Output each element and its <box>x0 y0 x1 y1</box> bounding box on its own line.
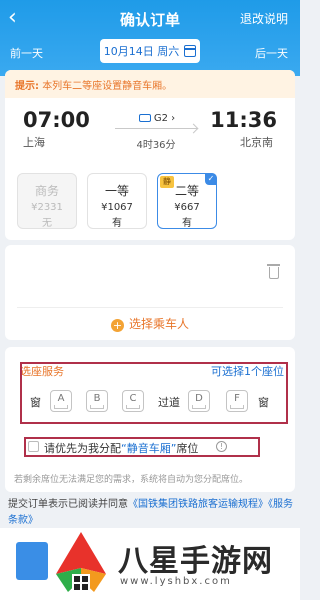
plus-icon: + <box>110 319 124 332</box>
divider <box>17 307 283 308</box>
seat-class-name: 一等 <box>104 184 129 198</box>
highlight-box-quiet-car <box>24 437 260 457</box>
seat-class-first[interactable]: 一等 ¥1067 有 <box>87 173 147 229</box>
trip-duration: 4时36分 <box>136 140 176 151</box>
trash-icon[interactable] <box>267 264 280 279</box>
tip-prefix: 提示: <box>15 81 39 92</box>
seat-class-availability: 有 <box>112 218 122 229</box>
calendar-icon <box>184 45 197 57</box>
tip-text: 本列车二等座设置静音车厢。 <box>42 81 173 92</box>
seat-class-availability: 有 <box>182 218 192 229</box>
refund-policy-link[interactable]: 退改说明 <box>240 10 288 27</box>
seat-class-price: ¥667 <box>174 202 200 213</box>
prev-day-button[interactable]: 前一天 <box>10 45 43 61</box>
depart-time: 07:00 <box>23 108 90 132</box>
seat-class-availability: 无 <box>42 218 52 229</box>
watermark-logo <box>56 532 106 592</box>
depart-station: 上海 <box>23 136 45 149</box>
action-button[interactable] <box>16 542 48 580</box>
train-info-card: 提示: 本列车二等座设置静音车厢。 07:00 11:36 上海 北京南 G2 … <box>5 70 295 240</box>
passenger-card: + 选择乘车人 <box>5 245 295 340</box>
route-arrow <box>115 128 197 129</box>
seat-class-name: 商务 <box>34 184 59 198</box>
train-number-label: G2 <box>153 113 168 124</box>
watermark-url: www.lyshbx.com <box>120 576 232 587</box>
checkmark-icon: ✓ <box>205 173 217 185</box>
terms-text: 提交订单表示已阅读并同意《国铁集团铁路旅客运输规程》《服务条款》 <box>8 497 294 529</box>
regulations-link[interactable]: 《国铁集团铁路旅客运输规程》 <box>128 499 268 510</box>
date-picker[interactable]: 10月14日 周六 <box>100 39 200 63</box>
quiet-badge: 静 <box>160 176 174 188</box>
train-icon <box>138 114 151 122</box>
arrive-time: 11:36 <box>210 108 277 132</box>
seat-class-business[interactable]: 商务 ¥2331 无 <box>17 173 77 229</box>
train-number[interactable]: G2 › <box>127 113 187 124</box>
next-day-button[interactable]: 后一天 <box>255 45 288 61</box>
add-passenger-label: 选择乘车人 <box>128 317 189 331</box>
highlight-box-seat-service <box>20 362 288 424</box>
terms-pre: 提交订单表示已阅读并同意 <box>8 499 128 510</box>
add-passenger-button[interactable]: + 选择乘车人 <box>5 315 295 332</box>
seat-class-price: ¥1067 <box>101 202 133 213</box>
arrive-station: 北京南 <box>240 136 273 149</box>
seat-class-price: ¥2331 <box>31 202 63 213</box>
seat-allocation-note: 若剩余席位无法满足您的需求，系统将自动为您分配席位。 <box>14 475 249 485</box>
seat-class-second[interactable]: 静 ✓ 二等 ¥667 有 <box>157 173 217 229</box>
quiet-car-tip: 提示: 本列车二等座设置静音车厢。 <box>5 70 295 98</box>
watermark-text: 八星手游网 <box>118 544 273 579</box>
date-label: 10月14日 周六 <box>103 45 180 58</box>
